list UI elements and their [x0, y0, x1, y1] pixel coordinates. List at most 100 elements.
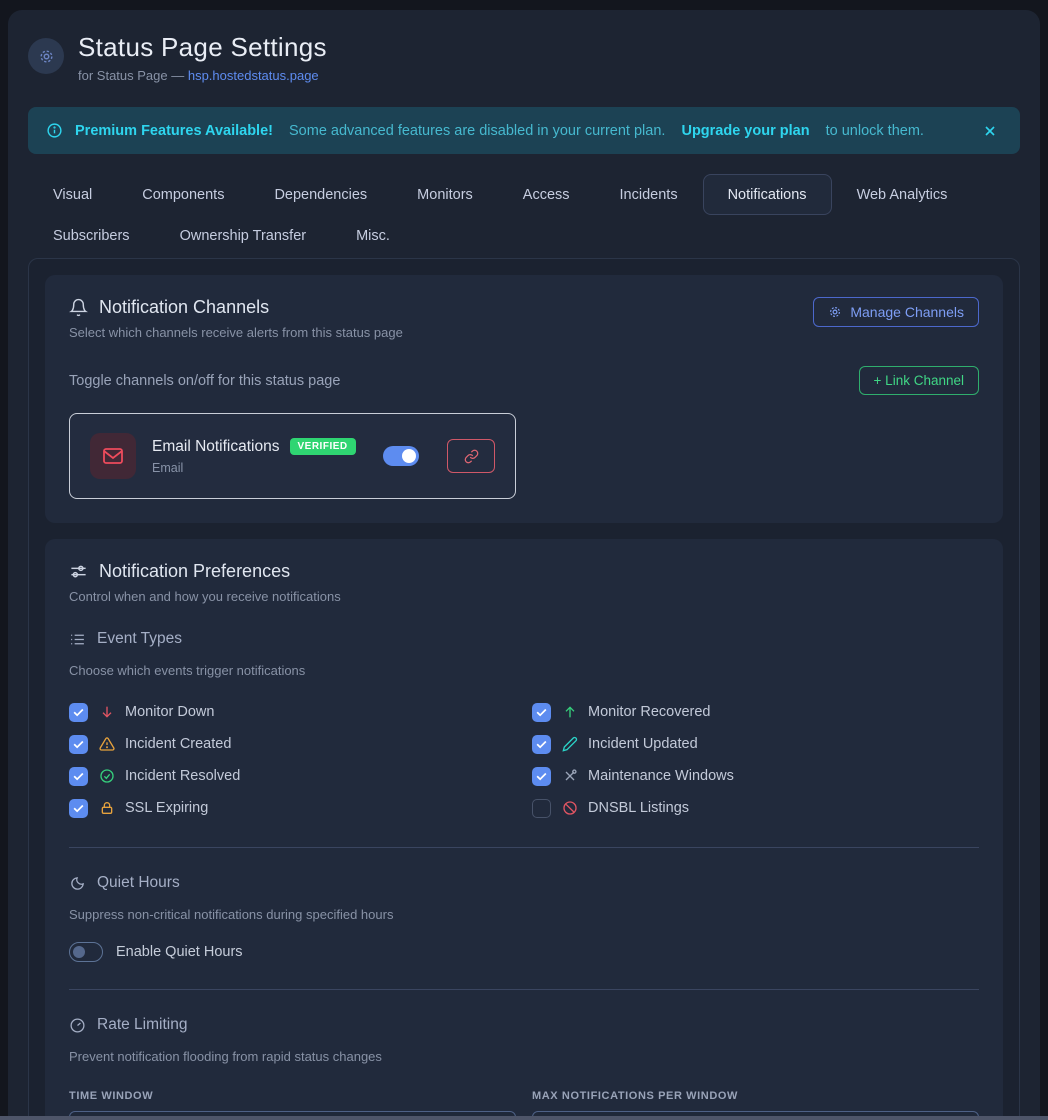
bell-icon [69, 298, 88, 317]
check-circle-icon [98, 768, 115, 784]
event-types-header: Event Types [69, 630, 979, 648]
channels-title: Notification Channels [99, 297, 269, 318]
arrow-down-icon [98, 704, 115, 720]
warning-icon [98, 736, 115, 752]
channels-subtitle: Select which channels receive alerts fro… [69, 325, 403, 340]
event-label-incident-created: Incident Created [125, 736, 231, 752]
banner-text: Some advanced features are disabled in y… [285, 123, 669, 139]
event-label-maintenance-windows: Maintenance Windows [588, 768, 734, 784]
event-row-monitor-down: Monitor Down [69, 700, 516, 724]
tab-monitors[interactable]: Monitors [392, 174, 498, 215]
banner-title: Premium Features Available! [75, 123, 273, 139]
checkbox-monitor-down[interactable] [69, 703, 88, 722]
pencil-icon [561, 736, 578, 752]
quiet-hours-title: Quiet Hours [97, 874, 180, 892]
channel-info: Email Notifications VERIFIED Email [152, 438, 367, 475]
checkbox-incident-updated[interactable] [532, 735, 551, 754]
settings-page: Status Page Settings for Status Page — h… [8, 10, 1040, 1120]
event-row-maintenance-windows: Maintenance Windows [532, 764, 979, 788]
sliders-icon [69, 562, 88, 581]
gauge-icon [69, 1017, 86, 1034]
event-row-incident-updated: Incident Updated [532, 732, 979, 756]
event-label-monitor-recovered: Monitor Recovered [588, 704, 711, 720]
event-row-ssl-expiring: SSL Expiring [69, 796, 516, 820]
title-block: Status Page Settings for Status Page — h… [78, 32, 327, 83]
channel-type: Email [152, 461, 367, 475]
upgrade-plan-link[interactable]: Upgrade your plan [681, 123, 809, 139]
tabs-row-2: SubscribersOwnership TransferMisc. [28, 215, 1020, 256]
tools-icon [561, 768, 578, 784]
tab-access[interactable]: Access [498, 174, 595, 215]
rate-limiting-header: Rate Limiting [69, 1016, 979, 1034]
channels-toggle-hint: Toggle channels on/off for this status p… [69, 373, 340, 389]
banner-close-icon[interactable] [978, 119, 1002, 143]
time-window-label: TIME WINDOW [69, 1090, 516, 1102]
verified-badge: VERIFIED [290, 438, 356, 455]
moon-icon [69, 875, 86, 892]
tab-incidents[interactable]: Incidents [595, 174, 703, 215]
enable-quiet-hours-label: Enable Quiet Hours [116, 944, 243, 960]
preferences-subtitle: Control when and how you receive notific… [69, 589, 979, 604]
divider [69, 847, 979, 848]
checkbox-dnsbl-listings[interactable] [532, 799, 551, 818]
event-row-incident-resolved: Incident Resolved [69, 764, 516, 788]
event-label-ssl-expiring: SSL Expiring [125, 800, 208, 816]
tab-notifications[interactable]: Notifications [703, 174, 832, 215]
event-row-monitor-recovered: Monitor Recovered [532, 700, 979, 724]
banner-text-end: to unlock them. [822, 123, 924, 139]
email-channel-card: Email Notifications VERIFIED Email [69, 413, 516, 499]
manage-channels-button[interactable]: Manage Channels [813, 297, 979, 327]
no-entry-icon [561, 800, 578, 816]
max-notifications-label: MAX NOTIFICATIONS PER WINDOW [532, 1090, 979, 1102]
quiet-hours-header: Quiet Hours [69, 874, 979, 892]
page-header: Status Page Settings for Status Page — h… [28, 26, 1020, 83]
lock-icon [98, 800, 115, 816]
event-types-subtitle: Choose which events trigger notification… [69, 663, 979, 678]
bottom-edge [0, 1116, 1048, 1120]
page-subtitle: for Status Page — hsp.hostedstatus.page [78, 68, 327, 83]
checkbox-incident-created[interactable] [69, 735, 88, 754]
gear-icon [828, 305, 842, 319]
page-title: Status Page Settings [78, 32, 327, 63]
quiet-hours-subtitle: Suppress non-critical notifications duri… [69, 907, 979, 922]
tabs-row-1: VisualComponentsDependenciesMonitorsAcce… [28, 174, 1020, 215]
preferences-title: Notification Preferences [99, 561, 290, 582]
arrow-up-icon [561, 704, 578, 720]
checkbox-monitor-recovered[interactable] [532, 703, 551, 722]
event-label-monitor-down: Monitor Down [125, 704, 214, 720]
status-page-link[interactable]: hsp.hostedstatus.page [188, 68, 319, 83]
gear-icon [28, 38, 64, 74]
notification-channels-section: Notification Channels Select which chann… [45, 275, 1003, 523]
checkbox-maintenance-windows[interactable] [532, 767, 551, 786]
channel-link-icon-button[interactable] [447, 439, 495, 473]
tab-web-analytics[interactable]: Web Analytics [832, 174, 973, 215]
tab-subscribers[interactable]: Subscribers [28, 215, 155, 256]
tab-ownership-transfer[interactable]: Ownership Transfer [155, 215, 332, 256]
enable-quiet-hours-toggle[interactable] [69, 942, 103, 962]
checkbox-ssl-expiring[interactable] [69, 799, 88, 818]
event-types-grid: Monitor Down Incident Created Incident Res… [69, 700, 979, 820]
notifications-tab-panel: Notification Channels Select which chann… [28, 258, 1020, 1120]
tab-visual[interactable]: Visual [28, 174, 117, 215]
event-types-title: Event Types [97, 630, 182, 648]
event-label-incident-updated: Incident Updated [588, 736, 698, 752]
email-channel-toggle[interactable] [383, 446, 419, 466]
event-row-dnsbl-listings: DNSBL Listings [532, 796, 979, 820]
settings-tabs: VisualComponentsDependenciesMonitorsAcce… [28, 174, 1020, 256]
tab-components[interactable]: Components [117, 174, 249, 215]
link-channel-button[interactable]: + Link Channel [859, 366, 979, 395]
email-icon [90, 433, 136, 479]
rate-limiting-title: Rate Limiting [97, 1016, 187, 1034]
manage-channels-label: Manage Channels [850, 304, 964, 320]
tab-misc[interactable]: Misc. [331, 215, 415, 256]
tab-dependencies[interactable]: Dependencies [249, 174, 392, 215]
list-icon [69, 631, 86, 648]
notification-preferences-section: Notification Preferences Control when an… [45, 539, 1003, 1120]
premium-banner: Premium Features Available! Some advance… [28, 107, 1020, 154]
event-label-incident-resolved: Incident Resolved [125, 768, 240, 784]
divider [69, 989, 979, 990]
info-icon [46, 122, 63, 139]
event-label-dnsbl-listings: DNSBL Listings [588, 800, 689, 816]
checkbox-incident-resolved[interactable] [69, 767, 88, 786]
subtitle-text: for Status Page — [78, 68, 188, 83]
